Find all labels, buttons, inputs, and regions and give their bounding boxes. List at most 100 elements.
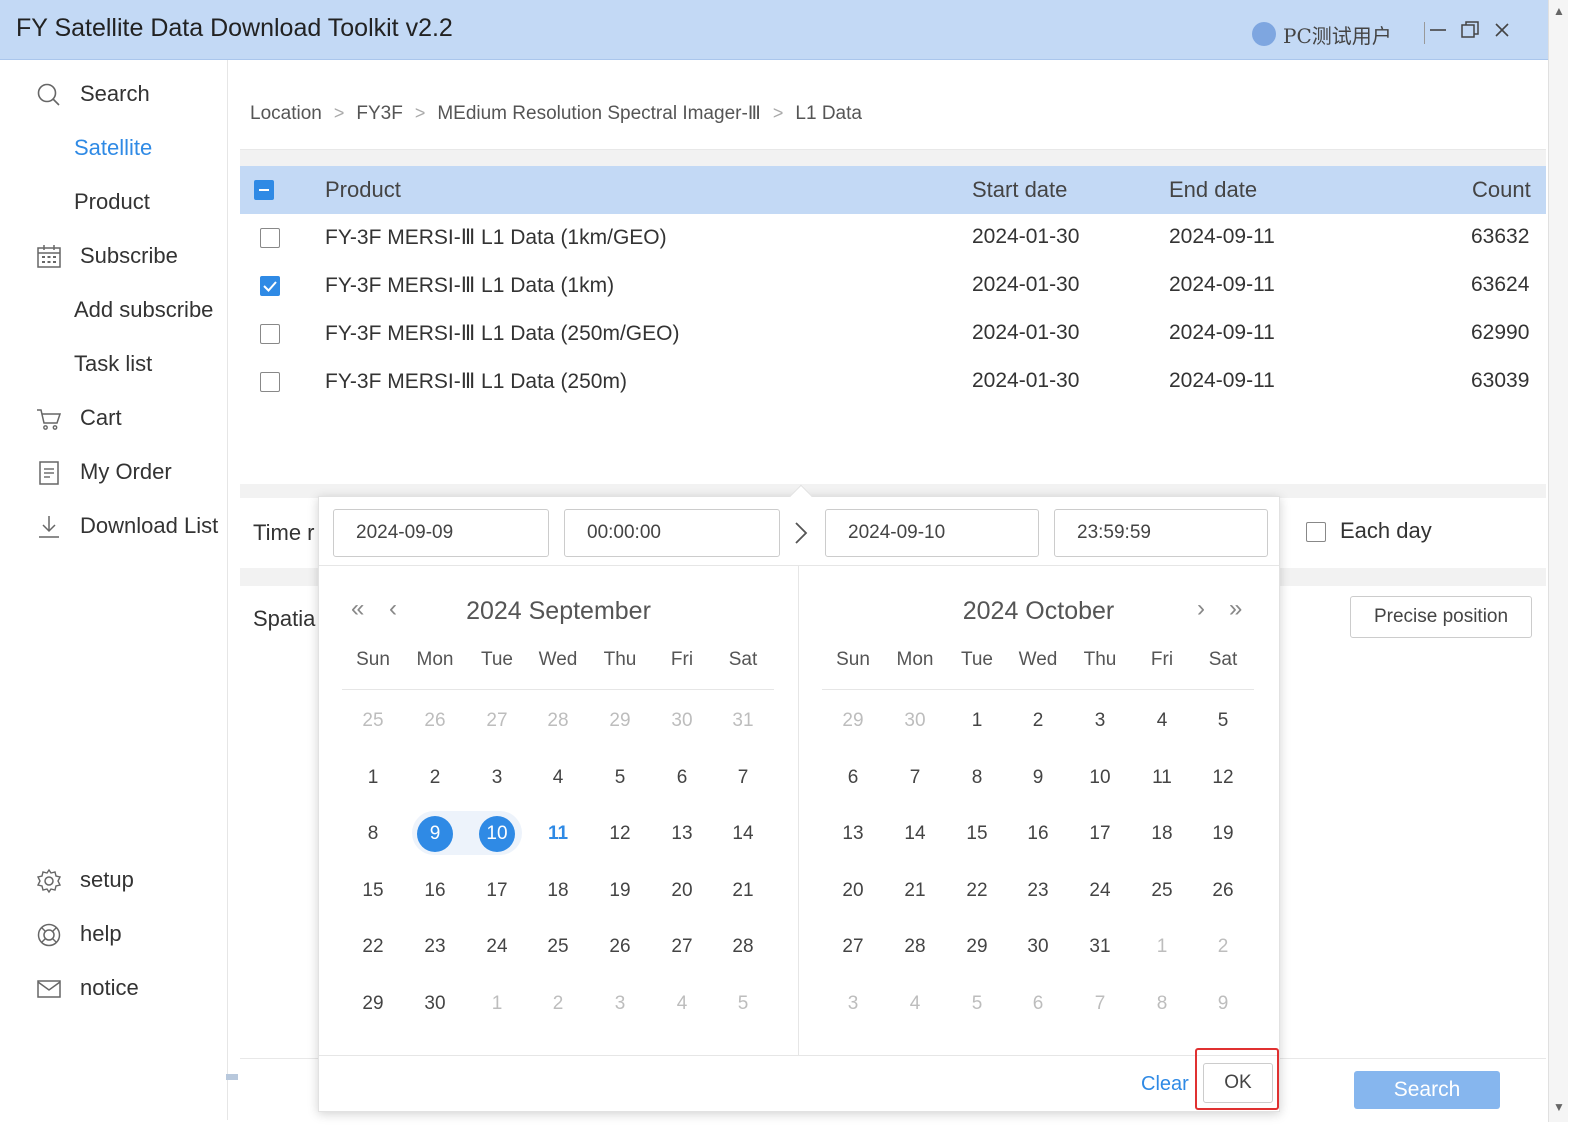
nav-my-order[interactable]: My Order [0, 452, 228, 492]
calendar-day[interactable]: 3 [822, 984, 884, 1024]
nav-cart[interactable]: Cart [0, 398, 228, 438]
calendar-day[interactable]: 12 [1192, 758, 1254, 798]
calendar-day[interactable]: 15 [342, 871, 404, 911]
calendar-day[interactable]: 16 [1007, 814, 1069, 854]
calendar-day[interactable]: 18 [527, 871, 589, 911]
user-name[interactable]: PC测试用户 [1283, 20, 1392, 49]
calendar-day[interactable]: 30 [884, 701, 946, 741]
calendar-day[interactable]: 7 [1069, 984, 1131, 1024]
header-start-date[interactable]: Start date [972, 177, 1067, 203]
nav-product[interactable]: Product [0, 182, 228, 222]
calendar-day[interactable]: 2 [1192, 927, 1254, 967]
calendar-day[interactable]: 5 [712, 984, 774, 1024]
calendar-day[interactable]: 21 [712, 871, 774, 911]
calendar-day[interactable]: 13 [822, 814, 884, 854]
calendar-day[interactable]: 25 [342, 701, 404, 741]
calendar-day[interactable]: 10 [1069, 758, 1131, 798]
calendar-day[interactable]: 22 [946, 871, 1008, 911]
table-row[interactable]: FY-3F MERSI-Ⅲ L1 Data (250m) 2024-01-30 … [240, 358, 1546, 406]
clear-button[interactable]: Clear [1141, 1073, 1189, 1096]
header-end-date[interactable]: End date [1169, 177, 1257, 203]
vertical-scrollbar[interactable]: ▲ ▼ [1548, 0, 1568, 1122]
search-button[interactable]: Search [1354, 1071, 1500, 1109]
calendar-day[interactable]: 21 [884, 871, 946, 911]
breadcrumb-satellite[interactable]: FY3F [356, 103, 402, 125]
calendar-day[interactable]: 1 [466, 984, 528, 1024]
user-avatar[interactable] [1252, 22, 1276, 46]
calendar-day[interactable]: 3 [1069, 701, 1131, 741]
calendar-day[interactable]: 2 [527, 984, 589, 1024]
calendar-day[interactable]: 13 [651, 814, 713, 854]
calendar-day[interactable]: 29 [342, 984, 404, 1024]
nav-notice[interactable]: notice [0, 968, 228, 1008]
calendar-day[interactable]: 4 [651, 984, 713, 1024]
calendar-day[interactable]: 16 [404, 871, 466, 911]
nav-subscribe[interactable]: Subscribe [0, 236, 228, 276]
calendar-day[interactable]: 5 [589, 758, 651, 798]
calendar-day[interactable]: 26 [589, 927, 651, 967]
calendar-day[interactable]: 9 [1007, 758, 1069, 798]
each-day-checkbox[interactable] [1306, 522, 1326, 542]
calendar-day[interactable]: 14 [884, 814, 946, 854]
row-checkbox[interactable] [260, 228, 280, 248]
calendar-day[interactable]: 1 [946, 701, 1008, 741]
calendar-day[interactable]: 5 [946, 984, 1008, 1024]
calendar-day[interactable]: 22 [342, 927, 404, 967]
next-year-icon[interactable]: » [1229, 595, 1242, 623]
calendar-day[interactable]: 2 [404, 758, 466, 798]
start-time-input[interactable]: 00:00:00 [564, 509, 780, 557]
calendar-day[interactable]: 19 [589, 871, 651, 911]
calendar-day[interactable]: 15 [946, 814, 1008, 854]
calendar-day[interactable]: 2 [1007, 701, 1069, 741]
nav-help[interactable]: help [0, 914, 228, 954]
calendar-day[interactable]: 19 [1192, 814, 1254, 854]
calendar-day[interactable]: 4 [884, 984, 946, 1024]
calendar-day[interactable]: 31 [1069, 927, 1131, 967]
calendar-day[interactable]: 30 [1007, 927, 1069, 967]
calendar-day[interactable]: 24 [1069, 871, 1131, 911]
calendar-day[interactable]: 11 [527, 814, 589, 854]
row-checkbox[interactable] [260, 276, 280, 296]
calendar-day[interactable]: 17 [466, 871, 528, 911]
calendar-day[interactable]: 31 [712, 701, 774, 741]
calendar-day[interactable]: 28 [884, 927, 946, 967]
calendar-day[interactable]: 8 [1131, 984, 1193, 1024]
calendar-day[interactable]: 7 [884, 758, 946, 798]
breadcrumb-location[interactable]: Location [250, 103, 322, 125]
breadcrumb-instrument[interactable]: MEdium Resolution Spectral Imager-Ⅲ [437, 102, 761, 125]
calendar-day[interactable]: 30 [651, 701, 713, 741]
calendar-day[interactable]: 25 [1131, 871, 1193, 911]
calendar-day[interactable]: 24 [466, 927, 528, 967]
calendar-day[interactable]: 1 [342, 758, 404, 798]
calendar-day[interactable]: 28 [712, 927, 774, 967]
calendar-day[interactable]: 20 [651, 871, 713, 911]
nav-satellite[interactable]: Satellite [0, 128, 228, 168]
calendar-day[interactable]: 9 [1192, 984, 1254, 1024]
calendar-day[interactable]: 27 [466, 701, 528, 741]
calendar-day[interactable]: 14 [712, 814, 774, 854]
nav-task-list[interactable]: Task list [0, 344, 228, 384]
scroll-up-icon[interactable]: ▲ [1553, 4, 1565, 18]
calendar-day[interactable]: 7 [712, 758, 774, 798]
calendar-day[interactable]: 9 [404, 814, 466, 854]
header-product[interactable]: Product [325, 177, 401, 203]
table-row[interactable]: FY-3F MERSI-Ⅲ L1 Data (250m/GEO) 2024-01… [240, 310, 1546, 358]
nav-setup[interactable]: setup [0, 860, 228, 900]
calendar-day[interactable]: 23 [1007, 871, 1069, 911]
calendar-day[interactable]: 27 [822, 927, 884, 967]
row-checkbox[interactable] [260, 324, 280, 344]
calendar-day[interactable]: 29 [589, 701, 651, 741]
calendar-day[interactable]: 30 [404, 984, 466, 1024]
calendar-day[interactable]: 20 [822, 871, 884, 911]
select-all-checkbox[interactable] [254, 180, 274, 200]
calendar-day[interactable]: 1 [1131, 927, 1193, 967]
calendar-day[interactable]: 28 [527, 701, 589, 741]
row-checkbox[interactable] [260, 372, 280, 392]
horizontal-scroll-thumb[interactable] [226, 1074, 238, 1080]
header-count[interactable]: Count [1472, 177, 1531, 203]
start-date-input[interactable]: 2024-09-09 [333, 509, 549, 557]
next-month-icon[interactable]: › [1197, 595, 1205, 623]
calendar-day[interactable]: 10 [466, 814, 528, 854]
calendar-day[interactable]: 17 [1069, 814, 1131, 854]
calendar-day[interactable]: 11 [1131, 758, 1193, 798]
